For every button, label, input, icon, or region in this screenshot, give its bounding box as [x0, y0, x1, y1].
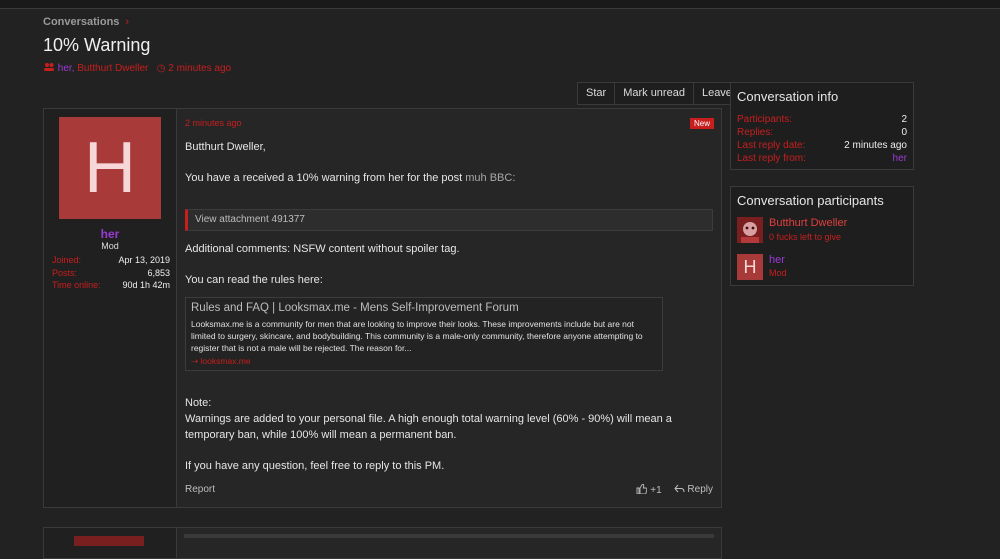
link-preview-host-text: looksmax.me — [200, 356, 251, 366]
avatar[interactable]: H — [59, 117, 161, 219]
post-link[interactable]: muh BBC: — [465, 172, 515, 184]
note-label: Note: — [185, 397, 212, 409]
info-value: 2 minutes ago — [844, 140, 907, 151]
info-value: 0 — [901, 127, 907, 138]
stat-value: Apr 13, 2019 — [118, 255, 170, 265]
stat-label: Joined: — [52, 255, 82, 265]
warning-text: You have a received a 10% warning from h… — [185, 172, 515, 184]
link-preview-title[interactable]: Rules and FAQ | Looksmax.me - Mens Self-… — [191, 302, 657, 314]
message-body: 2 minutes ago New Butthurt Dweller, You … — [177, 109, 721, 507]
message-post — [43, 527, 722, 559]
breadcrumb[interactable]: Conversations › — [43, 16, 129, 28]
breadcrumb-conversations[interactable]: Conversations — [43, 16, 119, 28]
question-text: If you have any question, feel free to r… — [185, 460, 445, 472]
note-line-1: Warnings are added to your personal file… — [185, 413, 672, 425]
participant-butthurt-link[interactable]: Butthurt Dweller — [77, 63, 148, 74]
message-user-panel: H her Mod Joined: Apr 13, 2019 Posts: 6,85… — [44, 109, 177, 507]
comments-text: Additional comments: NSFW content withou… — [185, 243, 460, 255]
info-value: 2 — [901, 114, 907, 125]
attachment-link[interactable]: View attachment 491377 — [185, 209, 713, 231]
stat-row-posts: Posts: 6,853 — [52, 268, 170, 281]
username[interactable]: her — [44, 227, 176, 241]
stat-value: 6,853 — [147, 267, 170, 278]
message-timestamp[interactable]: 2 minutes ago — [185, 118, 242, 128]
conversation-participants-panel: Conversation participants Butthurt Dwell… — [730, 186, 914, 286]
rules-intro-text: You can read the rules here: — [185, 274, 323, 286]
thumbs-up-icon — [636, 483, 650, 496]
report-button[interactable]: Report — [185, 484, 215, 495]
top-navigation-bar — [0, 0, 1000, 9]
reply-button[interactable]: Reply — [673, 484, 713, 496]
like-button[interactable]: +1 — [636, 483, 662, 496]
note-line-2: temporary ban, while 100% will mean a pe… — [185, 429, 457, 441]
conversation-actions: Star Mark unread Leave — [577, 82, 741, 105]
stat-row-time-online: Time online: 90d 1h 42m — [52, 280, 170, 293]
new-badge: New — [689, 118, 714, 129]
conversation-info-title: Conversation info — [737, 89, 839, 104]
stat-label: Time online: — [52, 280, 101, 290]
avatar[interactable]: H — [737, 254, 763, 280]
star-button[interactable]: Star — [578, 83, 614, 104]
message-user-panel — [44, 528, 177, 558]
participant-subtitle: 0 fucks left to give — [769, 232, 842, 242]
info-row-last-reply-date: Last reply date: 2 minutes ago — [737, 140, 907, 151]
page-title: 10% Warning — [43, 35, 151, 55]
info-label: Last reply from: — [737, 153, 806, 164]
reply-label: Reply — [687, 484, 713, 495]
link-preview-description: Looksmax.me is a community for men that … — [191, 319, 643, 353]
info-row-participants: Participants: 2 — [737, 114, 907, 125]
avatar[interactable] — [74, 536, 144, 546]
message-footer-actions: +1 Reply — [636, 483, 713, 496]
stat-value: 90d 1h 42m — [122, 280, 170, 290]
stat-row-joined: Joined: Apr 13, 2019 — [52, 255, 170, 268]
warning-text-body: You have a received a 10% warning from h… — [185, 172, 466, 184]
info-label: Participants: — [737, 114, 793, 125]
chevron-right-icon: › — [125, 16, 130, 28]
message-post: H her Mod Joined: Apr 13, 2019 Posts: 6,85… — [43, 108, 722, 508]
participant-subtitle: Mod — [769, 268, 787, 278]
avatar[interactable] — [737, 217, 763, 243]
participant-her-link[interactable]: her, — [58, 63, 75, 74]
participants-title: Conversation participants — [737, 193, 884, 208]
info-row-replies: Replies: 0 — [737, 127, 907, 138]
mark-unread-button[interactable]: Mark unread — [614, 83, 693, 104]
conversation-meta: her, Butthurt Dweller ◷ 2 minutes ago — [43, 62, 231, 74]
link-icon: ⇢ — [191, 356, 199, 366]
like-count: +1 — [650, 485, 662, 496]
participant-name[interactable]: her — [769, 254, 785, 266]
last-reply-user-link[interactable]: her — [893, 153, 907, 164]
conversation-info-panel: Conversation info Participants: 2 Replies… — [730, 82, 914, 170]
reply-icon — [673, 484, 688, 495]
link-preview-host[interactable]: ⇢ looksmax.me — [191, 356, 657, 367]
link-preview[interactable]: Rules and FAQ | Looksmax.me - Mens Self-… — [185, 297, 663, 371]
conversation-time: 2 minutes ago — [168, 63, 232, 74]
user-title: Mod — [101, 241, 119, 251]
info-label: Last reply date: — [737, 140, 806, 151]
clock-icon: ◷ — [156, 63, 166, 74]
stat-label: Posts: — [52, 267, 78, 278]
participant-name[interactable]: Butthurt Dweller — [769, 217, 847, 229]
info-row-last-reply-from: Last reply from: her — [737, 153, 907, 164]
user-stats: Joined: Apr 13, 2019 Posts: 6,853 Time onl… — [52, 255, 170, 293]
info-label: Replies: — [737, 127, 774, 138]
greeting-text: Butthurt Dweller, — [185, 141, 266, 153]
users-icon — [43, 63, 58, 74]
message-content-edge — [184, 534, 714, 538]
